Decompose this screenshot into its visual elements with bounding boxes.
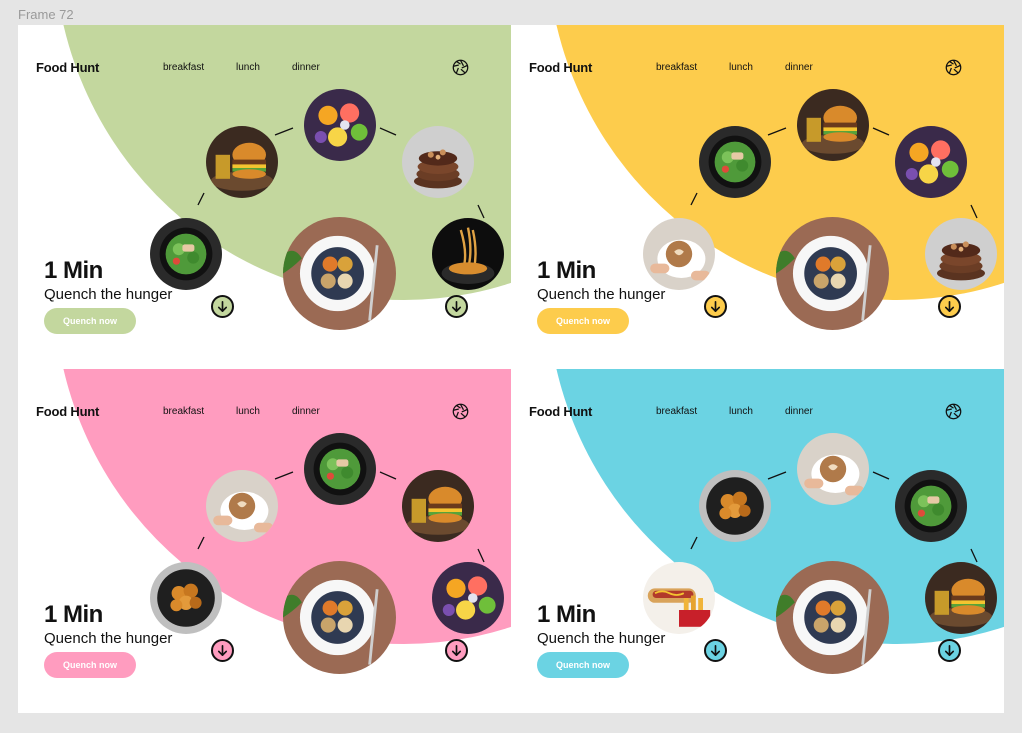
brand-logo[interactable]: Food Hunt	[529, 404, 592, 419]
pancakes-dish-image[interactable]	[402, 126, 474, 198]
nav-lunch[interactable]: lunch	[729, 406, 753, 417]
hero-title: 1 Min	[44, 257, 103, 284]
scroll-down-button-right[interactable]	[938, 639, 961, 662]
shutter-icon[interactable]	[452, 59, 469, 76]
nav-dinner[interactable]: dinner	[785, 406, 813, 417]
nav-breakfast[interactable]: breakfast	[656, 62, 697, 73]
shutter-icon[interactable]	[945, 403, 962, 420]
chicken-dish-image[interactable]	[150, 562, 222, 634]
thali-plate-image	[283, 217, 396, 330]
scroll-down-button-left[interactable]	[704, 639, 727, 662]
pancakes-dish-image[interactable]	[925, 218, 997, 290]
fruits-dish-image[interactable]	[895, 126, 967, 198]
brand-logo[interactable]: Food Hunt	[36, 60, 99, 75]
coffee-dish-image[interactable]	[206, 470, 278, 542]
hero-subtitle: Quench the hunger	[537, 630, 666, 647]
burger-dish-image[interactable]	[206, 126, 278, 198]
scroll-down-button-left[interactable]	[211, 295, 234, 318]
nav-breakfast[interactable]: breakfast	[163, 62, 204, 73]
salad-dish-image[interactable]	[150, 218, 222, 290]
fruits-dish-image[interactable]	[432, 562, 504, 634]
quench-now-button[interactable]: Quench now	[537, 652, 629, 678]
nav-lunch[interactable]: lunch	[236, 406, 260, 417]
landing-card-pink: Food Hunt breakfast lunch dinner 1 Min Q…	[18, 369, 511, 713]
arrow-down-icon	[217, 645, 228, 656]
hero-title: 1 Min	[537, 601, 596, 628]
nav-lunch[interactable]: lunch	[729, 62, 753, 73]
nav-lunch[interactable]: lunch	[236, 62, 260, 73]
arrow-down-icon	[944, 645, 955, 656]
coffee-dish-image[interactable]	[797, 433, 869, 505]
fruits-dish-image[interactable]	[304, 89, 376, 161]
nav-dinner[interactable]: dinner	[785, 62, 813, 73]
arrow-down-icon	[451, 301, 462, 312]
arrow-down-icon	[451, 645, 462, 656]
hero-title: 1 Min	[537, 257, 596, 284]
landing-card-green: Food Hunt breakfast lunch dinner 1 Min Q…	[18, 25, 511, 369]
quench-now-button[interactable]: Quench now	[537, 308, 629, 334]
salad-dish-image[interactable]	[304, 433, 376, 505]
arrow-down-icon	[710, 301, 721, 312]
chicken-dish-image[interactable]	[699, 470, 771, 542]
frame-label: Frame 72	[18, 7, 74, 22]
landing-card-yellow: Food Hunt breakfast lunch dinner 1 Min Q…	[511, 25, 1004, 369]
nav-breakfast[interactable]: breakfast	[163, 406, 204, 417]
hotdog-dish-image[interactable]	[643, 562, 715, 634]
coffee-dish-image[interactable]	[643, 218, 715, 290]
nav-dinner[interactable]: dinner	[292, 62, 320, 73]
arrow-down-icon	[217, 301, 228, 312]
hero-subtitle: Quench the hunger	[537, 286, 666, 303]
quench-now-button[interactable]: Quench now	[44, 652, 136, 678]
shutter-icon[interactable]	[945, 59, 962, 76]
brand-logo[interactable]: Food Hunt	[529, 60, 592, 75]
scroll-down-button-right[interactable]	[938, 295, 961, 318]
nav-dinner[interactable]: dinner	[292, 406, 320, 417]
hero-title: 1 Min	[44, 601, 103, 628]
nav-breakfast[interactable]: breakfast	[656, 406, 697, 417]
scroll-down-button-right[interactable]	[445, 639, 468, 662]
brand-logo[interactable]: Food Hunt	[36, 404, 99, 419]
thali-plate-image	[283, 561, 396, 674]
hero-subtitle: Quench the hunger	[44, 286, 173, 303]
scroll-down-button-right[interactable]	[445, 295, 468, 318]
shutter-icon[interactable]	[452, 403, 469, 420]
scroll-down-button-left[interactable]	[211, 639, 234, 662]
salad-dish-image[interactable]	[699, 126, 771, 198]
scroll-down-button-left[interactable]	[704, 295, 727, 318]
salad-dish-image[interactable]	[895, 470, 967, 542]
arrow-down-icon	[944, 301, 955, 312]
thali-plate-image	[776, 217, 889, 330]
quench-now-button[interactable]: Quench now	[44, 308, 136, 334]
arrow-down-icon	[710, 645, 721, 656]
burger-dish-image[interactable]	[402, 470, 474, 542]
hero-subtitle: Quench the hunger	[44, 630, 173, 647]
thali-plate-image	[776, 561, 889, 674]
burger-dish-image[interactable]	[797, 89, 869, 161]
noodles-dish-image[interactable]	[432, 218, 504, 290]
burger-dish-image[interactable]	[925, 562, 997, 634]
landing-card-blue: Food Hunt breakfast lunch dinner 1 Min Q…	[511, 369, 1004, 713]
artboard: Food Hunt breakfast lunch dinner 1 Min Q…	[18, 25, 1004, 713]
